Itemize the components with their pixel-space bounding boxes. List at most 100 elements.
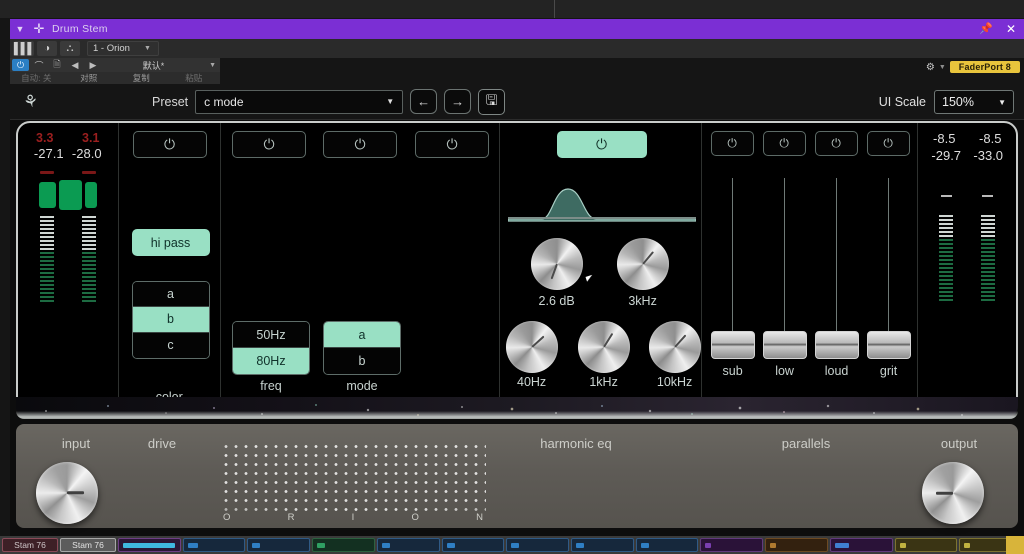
close-icon[interactable]: ✕ xyxy=(998,19,1024,39)
input-ladder-left xyxy=(39,216,54,302)
meter-rung xyxy=(939,287,954,289)
output-knob[interactable] xyxy=(922,462,984,524)
fader-handle-grit[interactable] xyxy=(866,331,911,359)
shelf-label-drive: drive xyxy=(147,436,177,451)
fader-track-loud xyxy=(835,178,837,345)
meter-rung xyxy=(81,232,96,234)
fader-handle-sub[interactable] xyxy=(710,331,755,359)
prev-icon[interactable]: ◀ xyxy=(67,60,83,71)
prev-preset-button[interactable]: ← xyxy=(410,89,438,114)
ui-scale-select[interactable]: 150% ▼ xyxy=(934,90,1014,114)
faderport-badge[interactable]: FaderPort 8 xyxy=(949,61,1020,73)
routing-icon[interactable]: ⛬ xyxy=(60,41,80,56)
eq-gain-value: 2.6 dB xyxy=(538,294,575,308)
plugin-titlebar[interactable]: ▼ ✛ Drum Stem 📌 ✕ xyxy=(10,19,1024,39)
shelf-label-parallels: parallels xyxy=(781,436,831,451)
harmonic-eq-power-button[interactable]: ⏻ xyxy=(556,131,647,158)
daw-clip[interactable] xyxy=(635,538,699,552)
preset-select[interactable]: c mode ▼ xyxy=(195,89,404,114)
input-clip-indicators[interactable] xyxy=(39,171,96,174)
automation-mode-cell[interactable]: 自动: 关 xyxy=(10,72,63,84)
mode-option-b[interactable]: b xyxy=(323,348,400,374)
meter-rung xyxy=(81,276,96,278)
compare-cell[interactable]: 对照 xyxy=(63,72,116,84)
copy-cell[interactable]: 复制 xyxy=(115,72,168,84)
parallel-power-loud[interactable]: ⏻ xyxy=(814,131,858,156)
daw-mixer-tab[interactable]: Stam 76 xyxy=(2,538,58,552)
power-icon[interactable]: ⏻ xyxy=(12,59,29,71)
parallel-power-grit[interactable]: ⏻ xyxy=(866,131,910,156)
parallel-power-sub[interactable]: ⏻ xyxy=(710,131,754,156)
daw-clip[interactable] xyxy=(441,538,505,552)
brand-orion: O R I O N xyxy=(221,512,486,523)
color-option-a[interactable]: a xyxy=(132,282,209,308)
hi-pass-button[interactable]: hi pass xyxy=(131,229,210,256)
chevron-down-icon[interactable]: ▼ xyxy=(10,19,30,39)
daw-preset-label[interactable]: 默认* xyxy=(103,59,204,72)
daw-clip[interactable] xyxy=(506,538,570,552)
next-icon[interactable]: ▶ xyxy=(85,60,101,71)
mode-option-a[interactable]: a xyxy=(323,322,400,348)
daw-clip[interactable] xyxy=(247,538,311,552)
file-icon[interactable]: 🗎 xyxy=(49,57,65,73)
daw-clip[interactable] xyxy=(118,538,181,552)
eq-curve-display[interactable] xyxy=(506,179,697,282)
parallel-power-low[interactable]: ⏻ xyxy=(762,131,806,156)
paste-cell[interactable]: 粘贴 xyxy=(168,72,221,84)
color-option-b[interactable]: b xyxy=(132,307,209,333)
daw-clip[interactable] xyxy=(182,538,246,552)
daw-mixer-tab[interactable]: Stam 76 xyxy=(60,538,116,552)
daw-clip[interactable] xyxy=(571,538,634,552)
eq-gain-knob[interactable] xyxy=(530,238,583,290)
headphone-icon[interactable]: ⌒ xyxy=(31,59,47,72)
freq-option-50hz[interactable]: 50Hz xyxy=(232,322,309,348)
color-power-button[interactable]: ⏻ xyxy=(132,131,207,158)
meter-rung xyxy=(39,300,54,302)
eq-band-knob-1khz[interactable] xyxy=(577,321,630,373)
eq-band-knob-10khz[interactable] xyxy=(648,321,701,373)
meter-rung xyxy=(81,244,96,246)
mixer-bars-icon[interactable]: ▌▌▌ xyxy=(14,41,35,56)
daw-clip[interactable] xyxy=(312,538,375,552)
daw-clip-bar xyxy=(640,543,649,548)
input-led-ladders xyxy=(39,216,96,302)
meter-rung xyxy=(81,240,96,242)
channel-select[interactable]: 1 - Orion ▼ xyxy=(87,41,159,56)
chevron-down-icon[interactable]: ▼ xyxy=(939,64,946,71)
eq-freq-knob[interactable] xyxy=(616,238,669,290)
bell-curve-icon xyxy=(506,188,697,222)
chevron-down-icon[interactable]: ▼ xyxy=(206,62,220,69)
gear-icon[interactable]: ⚙ xyxy=(926,62,935,73)
drive-section: ⏻ ⏻ ⏻ 50Hz 80Hz freq a b mode harmonics … xyxy=(221,123,500,411)
daw-clip[interactable] xyxy=(765,538,828,552)
drive-power-button-2[interactable]: ⏻ xyxy=(322,131,397,158)
plus-icon[interactable]: ✛ xyxy=(30,19,48,39)
daw-clip-bar xyxy=(964,543,971,548)
pan-icon[interactable]: ◑ xyxy=(37,41,57,56)
input-peak-left: 3.3 xyxy=(36,131,54,145)
daw-clip[interactable] xyxy=(829,538,893,552)
freq-option-80hz[interactable]: 80Hz xyxy=(232,348,309,374)
shelf-label-output: output xyxy=(940,436,978,451)
input-ladder-right xyxy=(81,216,96,302)
meter-rung xyxy=(939,235,954,237)
fader-handle-loud[interactable] xyxy=(814,331,859,359)
color-option-c[interactable]: c xyxy=(132,332,209,358)
daw-clip[interactable] xyxy=(376,538,440,552)
eq-band-knob-40hz[interactable] xyxy=(505,321,558,373)
input-rms-left: -27.1 xyxy=(33,146,64,161)
next-preset-button[interactable]: → xyxy=(444,89,472,114)
daw-clip[interactable] xyxy=(700,538,764,552)
save-preset-button[interactable]: 🖫 xyxy=(478,88,506,115)
meter-rung xyxy=(981,275,996,277)
drive-power-button-3[interactable]: ⏻ xyxy=(414,131,489,158)
daw-track-strip: Stam 76 Stam 76 xyxy=(0,536,1024,554)
fader-label-grit: grit xyxy=(879,364,898,378)
drive-power-button-1[interactable]: ⏻ xyxy=(231,131,306,158)
input-knob[interactable] xyxy=(36,462,98,524)
meter-rung xyxy=(81,300,96,302)
daw-clip[interactable] xyxy=(894,538,958,552)
daw-clip-bar xyxy=(511,543,520,548)
pin-icon[interactable]: 📌 xyxy=(974,19,998,39)
fader-handle-low[interactable] xyxy=(762,331,807,359)
